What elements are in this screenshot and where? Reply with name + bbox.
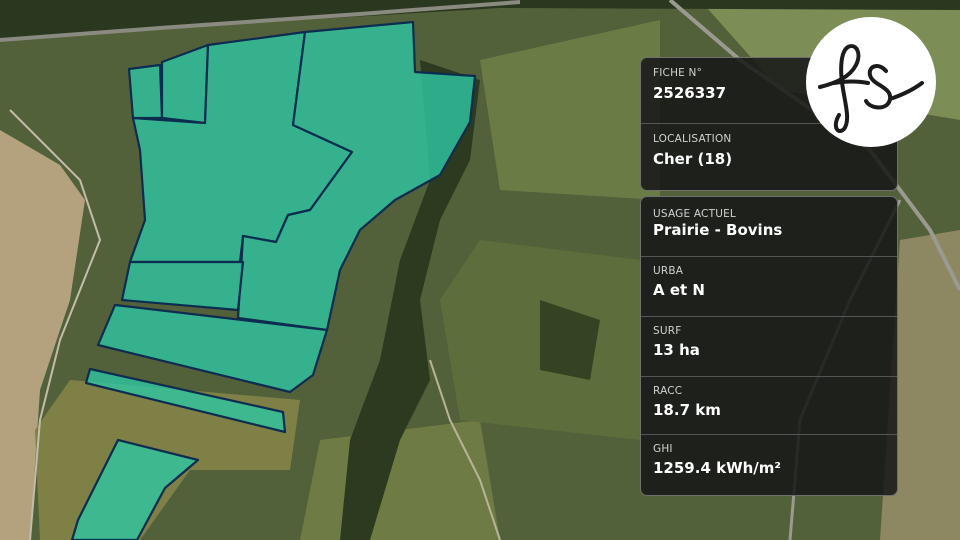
- surf-row: SURF 13 ha: [641, 317, 897, 377]
- logo-s-stroke: [864, 64, 924, 110]
- parcel-1[interactable]: [127, 63, 164, 120]
- urba-row: URBA A et N: [641, 257, 897, 317]
- usage-value: Prairie - Bovins: [653, 221, 783, 239]
- usage-row: USAGE ACTUEL Prairie - Bovins: [641, 197, 897, 257]
- racc-value: 18.7 km: [653, 401, 721, 419]
- urba-label: URBA: [653, 265, 684, 277]
- racc-row: RACC 18.7 km: [641, 377, 897, 435]
- racc-label: RACC: [653, 385, 683, 397]
- urba-value: A et N: [653, 281, 705, 299]
- ghi-label: GHI: [653, 443, 673, 455]
- parcel-details-card: USAGE ACTUEL Prairie - Bovins URBA A et …: [640, 196, 898, 496]
- logo-f-crossbar: [832, 79, 870, 85]
- usage-label: USAGE ACTUEL: [653, 208, 736, 220]
- ghi-row: GHI 1259.4 kWh/m²: [641, 435, 897, 493]
- logo-f-stroke: [818, 44, 861, 133]
- surf-value: 13 ha: [653, 341, 700, 359]
- ghi-value: 1259.4 kWh/m²: [653, 459, 781, 477]
- surf-label: SURF: [653, 325, 682, 337]
- localisation-value: Cher (18): [653, 150, 733, 168]
- fs-monogram-logo: [806, 17, 936, 147]
- map-view: FICHE N° 2526337 LOCALISATION Cher (18) …: [0, 0, 960, 540]
